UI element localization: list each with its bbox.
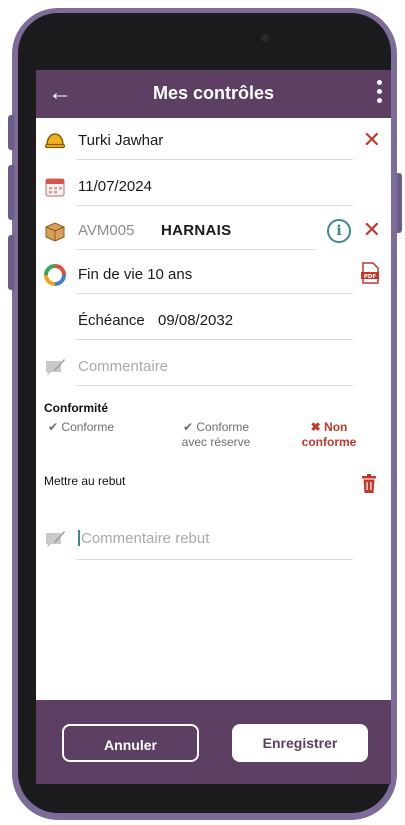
- clear-equipment-icon[interactable]: ✕: [363, 219, 381, 241]
- lifespan-row[interactable]: Fin de vie 10 ans PDF: [36, 256, 391, 294]
- divider: [76, 159, 353, 160]
- power-button: [8, 235, 14, 290]
- due-row: Échéance 09/08/2032: [36, 302, 391, 340]
- option-label: avec réserve: [181, 435, 251, 449]
- helmet-icon: [44, 133, 66, 149]
- divider: [76, 249, 316, 250]
- bottom-action-bar: Annuler Enregistrer: [36, 700, 391, 784]
- divider: [76, 293, 353, 294]
- option-label: Conforme: [61, 420, 115, 434]
- non-conforme-option[interactable]: ✖ Non conforme: [289, 420, 369, 450]
- volume-button: [8, 115, 14, 150]
- kebab-menu-icon[interactable]: [377, 80, 383, 108]
- option-label: Conforme: [196, 420, 250, 434]
- calendar-icon: [45, 178, 65, 197]
- conforme-option[interactable]: ✔ Conforme: [48, 420, 148, 435]
- cross-icon: ✖: [310, 420, 321, 434]
- option-label: Non: [324, 420, 348, 434]
- camera: [261, 34, 269, 42]
- app-bar: ← Mes contrôles: [36, 70, 391, 118]
- note-icon: [46, 531, 65, 548]
- date-row[interactable]: 11/07/2024: [36, 168, 391, 206]
- check-icon: ✔: [48, 420, 59, 434]
- divider: [76, 205, 353, 206]
- box-icon: [45, 222, 65, 242]
- comment-row[interactable]: Commentaire: [36, 348, 391, 386]
- discard-label: Mettre au rebut: [44, 474, 126, 488]
- app-screen: ← Mes contrôles Turki Jawhar ✕ 11/07/202…: [36, 70, 391, 784]
- note-icon: [46, 359, 65, 376]
- divider: [76, 385, 353, 386]
- cancel-button[interactable]: Annuler: [62, 724, 199, 762]
- equipment-code: AVM005: [78, 222, 135, 239]
- comment-input[interactable]: Commentaire: [78, 358, 168, 375]
- page-title: Mes contrôles: [152, 83, 275, 103]
- due-date: 09/08/2032: [158, 312, 234, 329]
- volume-button: [8, 165, 14, 220]
- divider: [76, 559, 353, 560]
- inspector-row[interactable]: Turki Jawhar ✕: [36, 122, 391, 160]
- info-icon[interactable]: i: [327, 219, 351, 243]
- lifespan-value: Fin de vie 10 ans: [78, 266, 193, 283]
- control-date: 11/07/2024: [78, 178, 152, 195]
- conforme-reserve-option[interactable]: ✔ Conforme avec réserve: [166, 420, 266, 450]
- check-icon: ✔: [182, 420, 194, 434]
- clear-inspector-icon[interactable]: ✕: [363, 129, 381, 151]
- save-button[interactable]: Enregistrer: [232, 724, 368, 762]
- svg-text:PDF: PDF: [364, 274, 377, 280]
- discard-comment-input[interactable]: Commentaire rebut: [78, 530, 209, 547]
- equipment-row[interactable]: AVM005 HARNAIS i ✕: [36, 212, 391, 250]
- cycle-icon: [44, 264, 66, 286]
- conformity-label: Conformité: [44, 401, 108, 415]
- due-label: Échéance: [78, 312, 145, 329]
- discard-comment-placeholder: Commentaire rebut: [81, 530, 210, 547]
- option-label: conforme: [301, 435, 357, 449]
- equipment-name: HARNAIS: [161, 222, 232, 239]
- pdf-icon[interactable]: PDF: [361, 262, 379, 284]
- inspector-name: Turki Jawhar: [78, 132, 164, 149]
- discard-comment-row[interactable]: Commentaire rebut: [36, 520, 391, 560]
- trash-icon[interactable]: [361, 474, 377, 493]
- divider: [76, 339, 353, 340]
